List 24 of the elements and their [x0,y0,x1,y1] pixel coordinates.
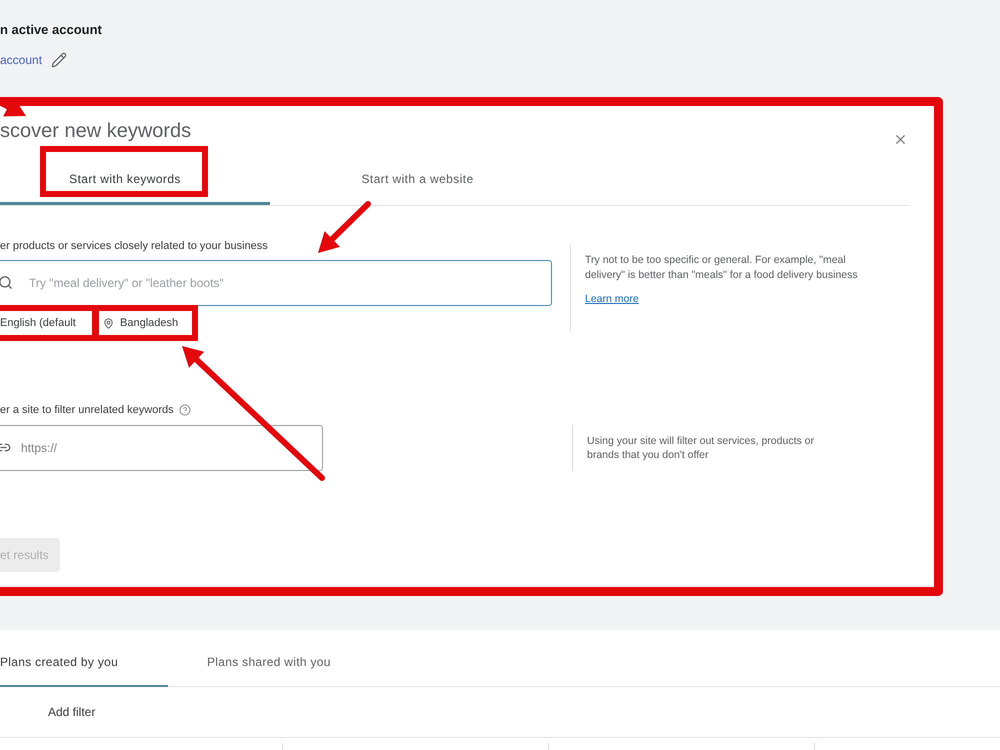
keywords-hint: Try not to be too specific or general. For example, "meal delivery" is better than "meals" for a food delivery business [585,253,859,283]
site-url-field[interactable]: https:// [0,425,323,471]
location-pin-icon [103,318,114,328]
language-selector[interactable]: English (default [0,315,103,331]
dialog-title: scover new keywords [0,120,192,142]
dialog-tab[interactable]: Start with keywords [0,155,270,205]
account-link[interactable]: account [0,52,42,68]
account-heading: n active account [0,22,102,38]
keyword-search-field[interactable]: Try "meal delivery" or "leather boots" [0,260,552,306]
site-hint: Using your site will filter out services, products or brands that you don't offer [587,434,815,462]
annotation-arrow [318,201,371,253]
learn-more-link[interactable]: Learn more [585,292,639,307]
site-label: er a site to filter unrelated keywords [0,403,174,418]
keywords-label: er products or services closely related to your business [0,239,268,254]
plans-tab[interactable]: Plans shared with you [207,630,387,687]
search-icon [0,275,13,290]
location-selector[interactable]: Bangladesh [120,315,178,331]
edit-icon[interactable] [51,52,68,68]
plans-tab[interactable]: Plans created by you [0,630,168,687]
dialog-tab[interactable]: Start with a website [270,155,565,205]
help-icon[interactable] [178,404,191,416]
add-filter-button[interactable]: Add filter [48,703,96,721]
annotation-arrow [0,95,26,116]
close-icon[interactable] [893,132,908,147]
